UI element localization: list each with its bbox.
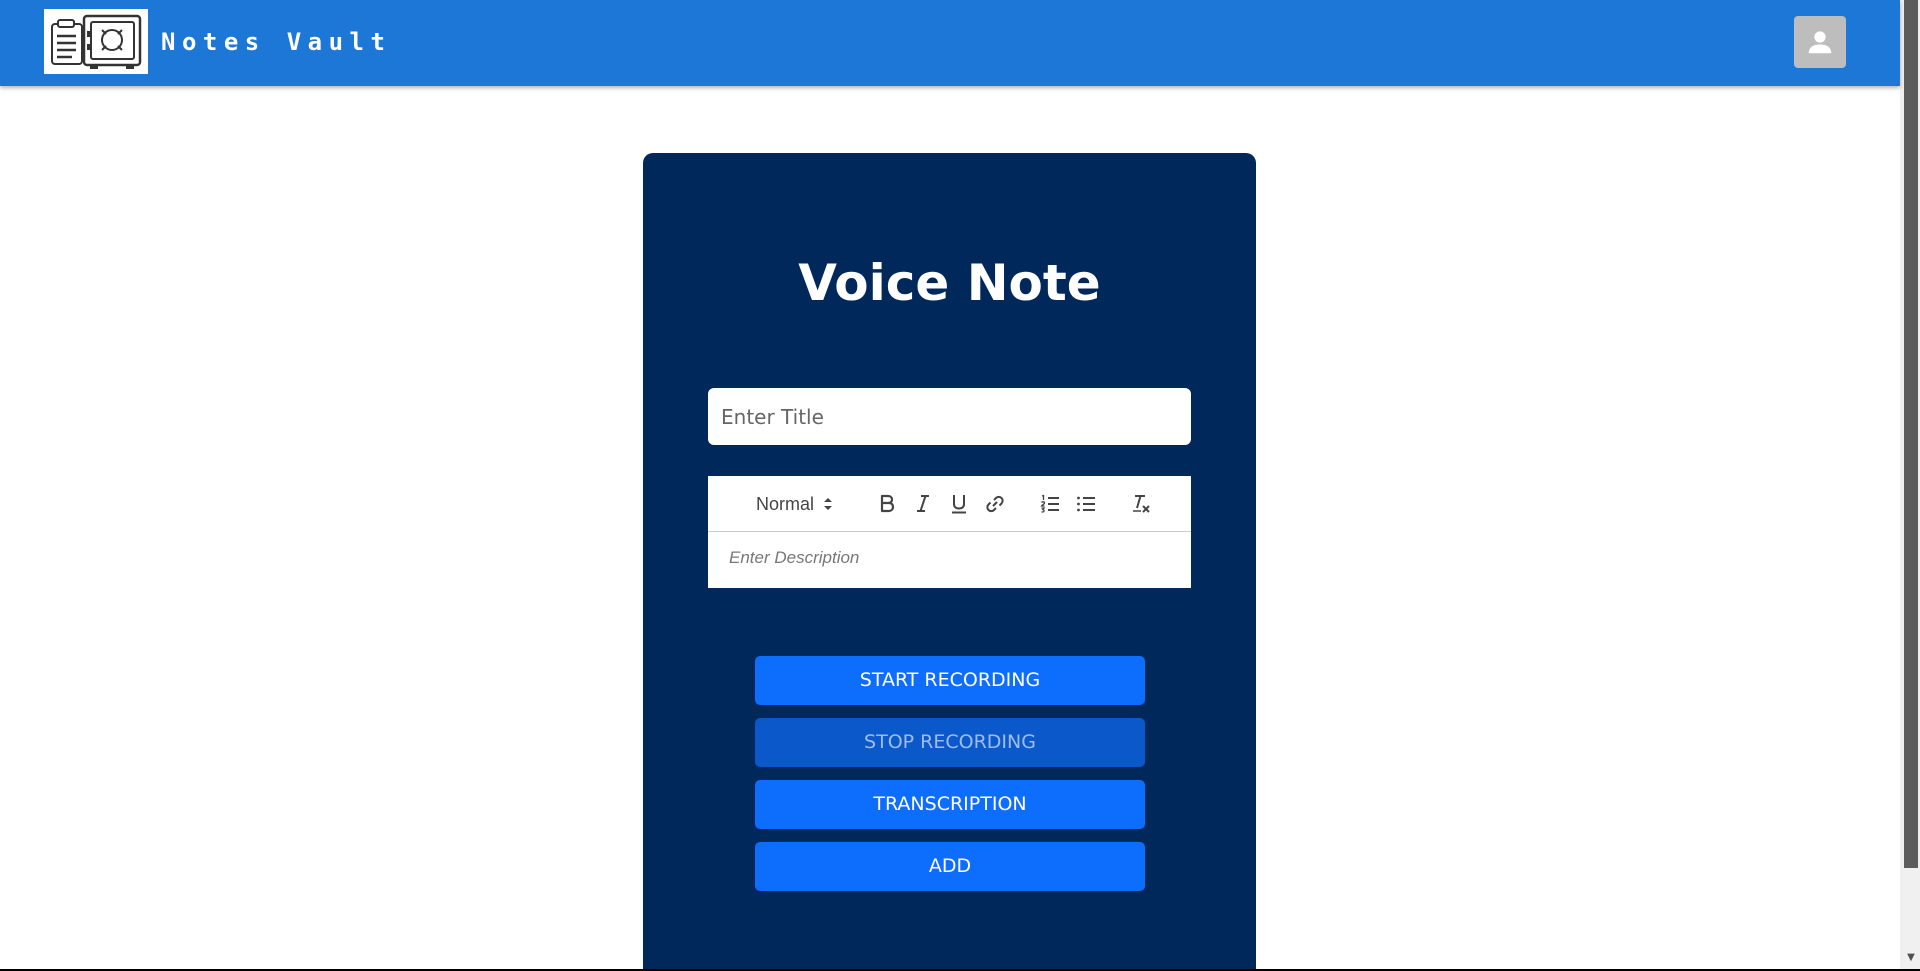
link-button[interactable] xyxy=(981,490,1009,518)
chevron-updown-icon xyxy=(824,498,833,510)
stop-recording-button[interactable]: STOP RECORDING xyxy=(755,718,1145,767)
app-bar: Notes Vault xyxy=(0,0,1900,86)
logo[interactable] xyxy=(44,9,148,74)
start-recording-button[interactable]: START RECORDING xyxy=(755,656,1145,705)
page: Notes Vault Voice Note Normal xyxy=(0,0,1920,971)
page-title: Voice Note xyxy=(798,254,1101,312)
vertical-scrollbar[interactable]: ▼ xyxy=(1900,0,1920,969)
user-account-icon xyxy=(1808,31,1832,54)
clear-format-icon xyxy=(1133,495,1150,513)
user-avatar-button[interactable] xyxy=(1794,16,1846,68)
bold-button[interactable] xyxy=(873,490,901,518)
ordered-list-icon xyxy=(1040,494,1059,513)
add-button[interactable]: ADD xyxy=(755,842,1145,891)
italic-icon xyxy=(917,495,929,512)
title-input[interactable] xyxy=(708,388,1191,445)
scrollbar-thumb[interactable] xyxy=(1904,0,1918,868)
notes-vault-logo-icon xyxy=(51,14,142,69)
editor-toolbar: Normal xyxy=(708,476,1191,532)
format-select-value: Normal xyxy=(756,493,815,514)
description-editor: Normal Enter Description xyxy=(708,476,1191,588)
clear-format-button[interactable] xyxy=(1127,490,1155,518)
transcription-button[interactable]: TRANSCRIPTION xyxy=(755,780,1145,829)
ordered-list-button[interactable] xyxy=(1036,490,1064,518)
bold-icon xyxy=(880,494,895,513)
description-field[interactable]: Enter Description xyxy=(729,548,859,568)
link-icon xyxy=(986,495,1004,513)
scroll-down-arrow-icon[interactable]: ▼ xyxy=(1904,950,1918,966)
italic-button[interactable] xyxy=(909,490,937,518)
underline-icon xyxy=(952,495,966,514)
brand-title[interactable]: Notes Vault xyxy=(161,26,391,58)
bullet-list-icon xyxy=(1077,496,1095,512)
bullet-list-button[interactable] xyxy=(1072,490,1100,518)
format-select[interactable]: Normal xyxy=(756,490,842,518)
underline-button[interactable] xyxy=(945,490,973,518)
